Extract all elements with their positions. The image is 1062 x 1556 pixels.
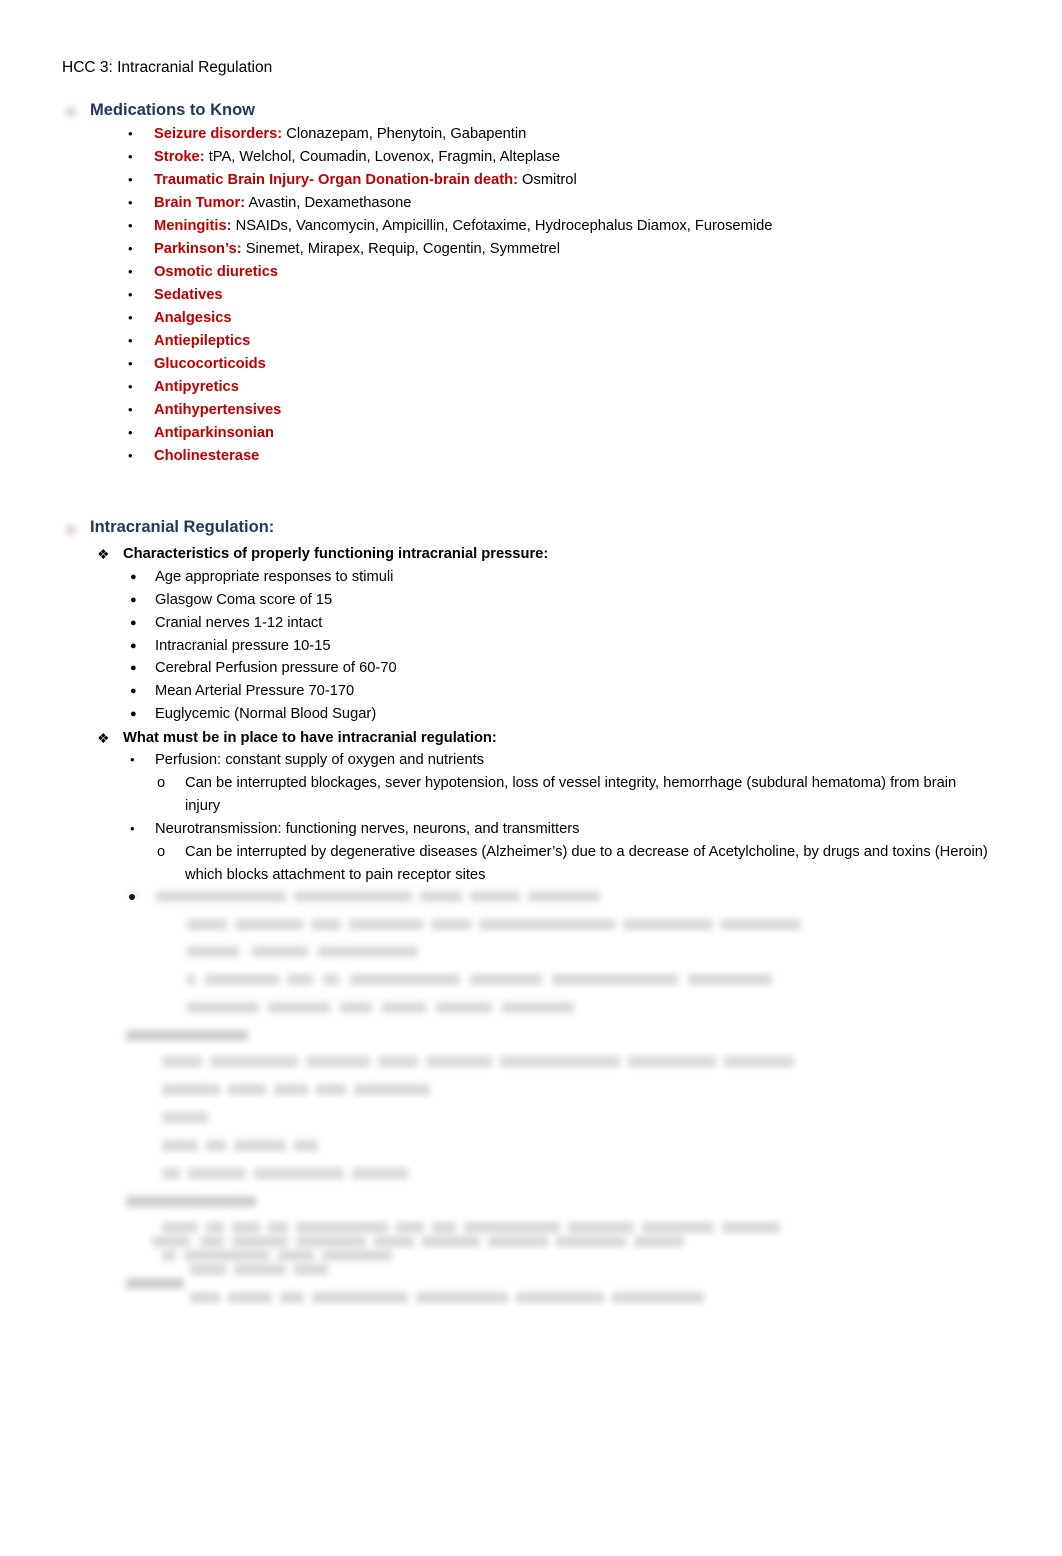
list-item: Brain Tumor: Avastin, Dexamethasone [154, 192, 411, 215]
sub-list-item: Can be interrupted blockages, sever hypo… [185, 775, 957, 814]
list-item: Parkinson’s: Sinemet, Mirapex, Requip, C… [154, 238, 560, 261]
bullet-icon: • [128, 172, 133, 187]
bullet-icon: • [128, 287, 133, 302]
diamond-bullet-icon: ❖ [97, 546, 110, 562]
sub-list-item: Can be interrupted by degenerative disea… [185, 844, 988, 883]
list-item-detail: tPA, Welchol, Coumadin, Lovenox, Fragmin… [204, 149, 561, 165]
list-item: Meningitis: NSAIDs, Vancomycin, Ampicill… [154, 215, 772, 238]
list-item: Antiparkinsonian [154, 422, 274, 445]
bullet-icon: • [128, 379, 133, 394]
list-item: Glucocorticoids [154, 353, 266, 376]
bullet-icon: • [128, 333, 133, 348]
list-item-detail: Sinemet, Mirapex, Requip, Cogentin, Symm… [241, 241, 560, 257]
bullet-icon: • [128, 149, 133, 164]
list-item: Analgesics [154, 307, 232, 330]
list-item-detail: Avastin, Dexamethasone [245, 195, 412, 211]
list-item: Osmotic diuretics [154, 261, 278, 284]
bullet-icon: • [128, 425, 133, 440]
comment-anchor-icon [61, 102, 81, 122]
list-item: Cholinesterase [154, 445, 259, 468]
bullet-icon: • [128, 126, 133, 141]
list-item: Antiepileptics [154, 330, 250, 353]
bullet-icon: ● [130, 685, 137, 697]
diamond-bullet-icon: ❖ [97, 730, 110, 746]
comment-anchor-icon [61, 520, 81, 540]
list-item: Glasgow Coma score of 15 [155, 592, 333, 608]
subsection-heading: What must be in place to have intracrani… [123, 730, 497, 746]
list-item: Cerebral Perfusion pressure of 60-70 [155, 660, 397, 676]
bullet-icon: • [128, 241, 133, 256]
list-item: Cranial nerves 1-12 intact [155, 615, 323, 631]
list-item-label: Antihypertensives [154, 402, 282, 418]
list-item: Seizure disorders: Clonazepam, Phenytoin… [154, 123, 526, 146]
list-item: Sedatives [154, 284, 223, 307]
list-item-label: Seizure disorders: [154, 126, 283, 142]
bullet-icon: • [128, 218, 133, 233]
obscured-content-region [90, 1232, 1010, 1308]
list-item-label: Antipyretics [154, 379, 239, 395]
list-item-label: Traumatic Brain Injury- Organ Donation-b… [154, 172, 518, 188]
list-item-label: Parkinson’s: [154, 241, 242, 257]
bullet-icon: • [130, 752, 135, 767]
list-item: Neurotransmission: functioning nerves, n… [155, 821, 580, 837]
list-item-label: Antiparkinsonian [154, 425, 274, 441]
bullet-icon [129, 894, 135, 900]
list-item: Stroke: tPA, Welchol, Coumadin, Lovenox,… [154, 146, 560, 169]
list-item: Traumatic Brain Injury- Organ Donation-b… [154, 169, 577, 192]
list-item-label: Sedatives [154, 287, 223, 303]
list-item-label: Glucocorticoids [154, 356, 266, 372]
bullet-icon: • [128, 402, 133, 417]
bullet-icon: • [130, 821, 135, 836]
list-item-label: Antiepileptics [154, 333, 251, 349]
sub-bullet-icon: o [157, 775, 166, 791]
bullet-icon: ● [130, 617, 137, 629]
list-item: Perfusion: constant supply of oxygen and… [155, 752, 485, 768]
list-item-label: Meningitis: [154, 218, 232, 234]
bullet-icon: ● [130, 708, 137, 720]
list-item-label: Analgesics [154, 310, 232, 326]
list-item: Antihypertensives [154, 399, 281, 422]
list-item: Intracranial pressure 10-15 [155, 638, 331, 654]
section-heading-medications: Medications to Know [90, 101, 255, 119]
bullet-icon: • [128, 195, 133, 210]
section-heading-intracranial-regulation: Intracranial Regulation: [90, 518, 275, 536]
bullet-icon: • [128, 310, 133, 325]
list-item-label: Brain Tumor: [154, 195, 246, 211]
list-item-detail: Clonazepam, Phenytoin, Gabapentin [282, 126, 527, 142]
bullet-icon: ● [130, 662, 137, 674]
list-item-detail: Osmitrol [517, 172, 577, 188]
bullet-icon: ● [130, 571, 137, 583]
list-item: Age appropriate responses to stimuli [155, 569, 394, 585]
bullet-icon: ● [130, 594, 137, 606]
bullet-icon: ● [130, 640, 137, 652]
list-item-detail: NSAIDs, Vancomycin, Ampicillin, Cefotaxi… [231, 218, 773, 234]
list-item-label: Stroke: [154, 149, 205, 165]
list-item: Mean Arterial Pressure 70-170 [155, 683, 355, 699]
subsection-heading: Characteristics of properly functioning … [123, 546, 549, 562]
list-item: Antipyretics [154, 376, 239, 399]
bullet-icon: • [128, 264, 133, 279]
page-title: HCC 3: Intracranial Regulation [62, 59, 273, 76]
list-item-label: Cholinesterase [154, 448, 260, 464]
list-item: Euglycemic (Normal Blood Sugar) [155, 706, 377, 722]
obscured-content-region [90, 888, 1010, 1300]
bullet-icon: • [128, 448, 133, 463]
sub-bullet-icon: o [157, 844, 166, 860]
document-page: HCC 3: Intracranial Regulation Medicatio… [0, 0, 1062, 1556]
list-item-label: Osmotic diuretics [154, 264, 279, 280]
bullet-icon: • [128, 356, 133, 371]
